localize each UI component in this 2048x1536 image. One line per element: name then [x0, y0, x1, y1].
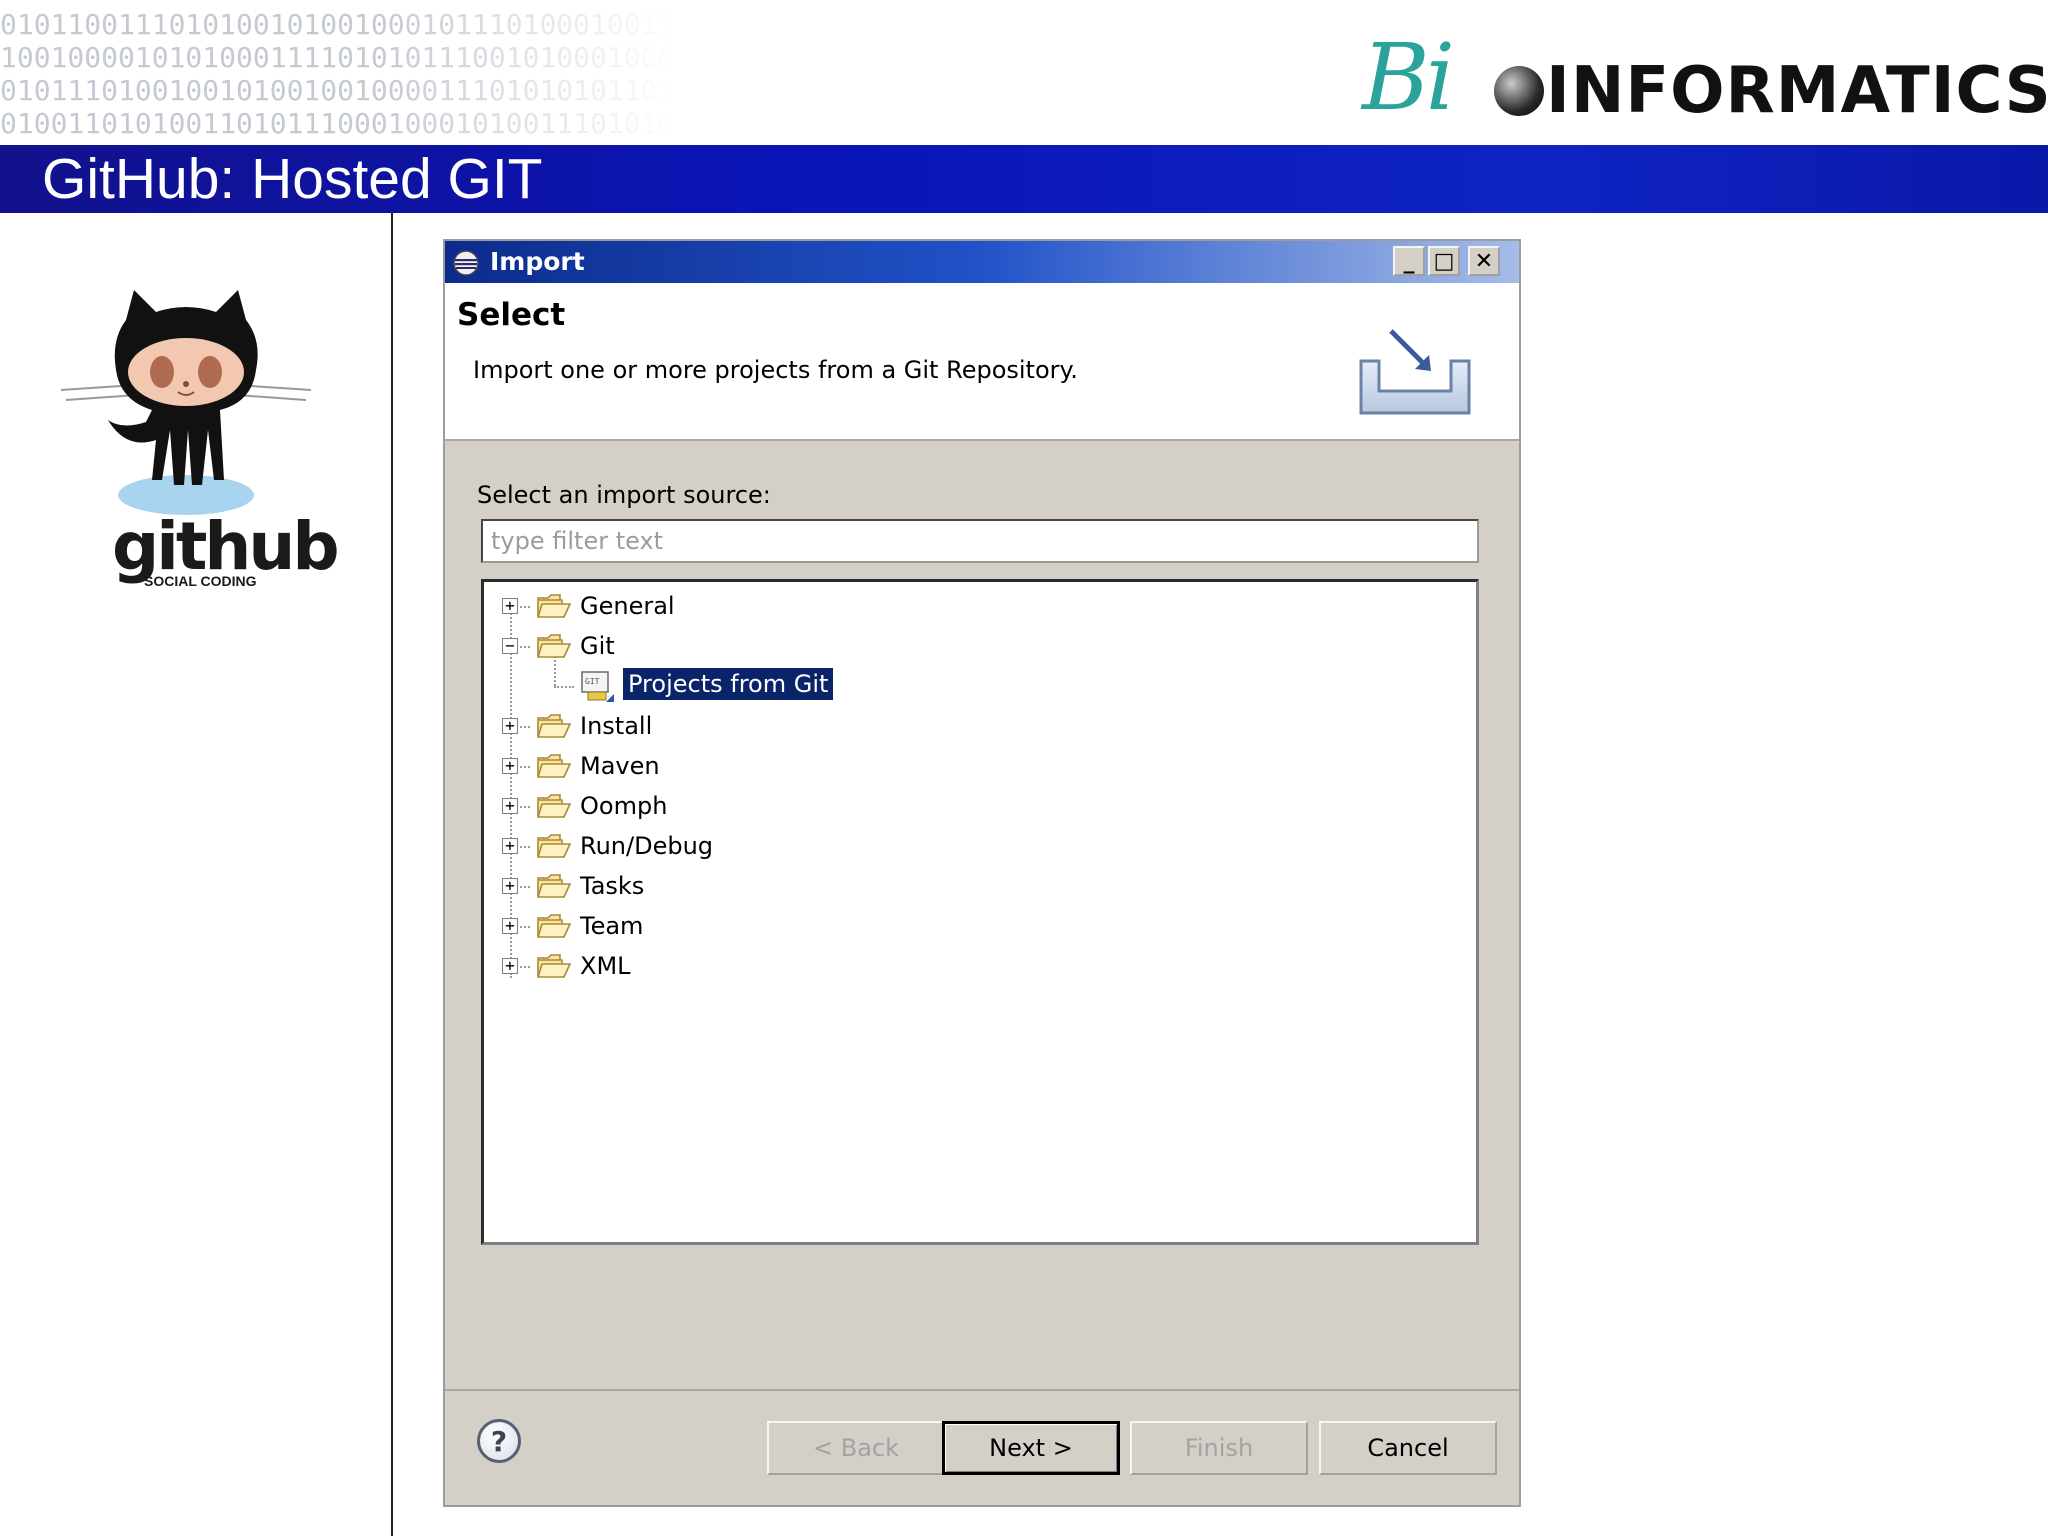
- binary-line: 0101100111010100101001000101110100010011…: [0, 8, 680, 41]
- eclipse-icon: [453, 250, 479, 276]
- binary-line: 0101110100100101001001000011101010101101…: [0, 74, 680, 107]
- expand-icon[interactable]: +: [502, 878, 518, 894]
- tree-item-projects-from-git[interactable]: GIT Projects from Git: [484, 668, 1474, 704]
- binary-line: 1001000010101000111101010111001010001000…: [0, 41, 680, 74]
- tree-connector: [520, 886, 530, 888]
- binary-line: 0100110101001101011100010001010011101010…: [0, 107, 680, 138]
- tree-item-label: XML: [580, 952, 631, 980]
- git-project-icon: GIT: [581, 671, 614, 702]
- expand-icon[interactable]: +: [502, 798, 518, 814]
- tree-item-label: Maven: [580, 752, 660, 780]
- import-dialog: Import _ □ ✕ Select Import one or more p…: [443, 239, 1521, 1507]
- octocat-icon: [60, 290, 312, 515]
- dialog-title-bar[interactable]: Import _ □ ✕: [445, 241, 1519, 283]
- maximize-button[interactable]: □: [1428, 246, 1460, 276]
- finish-button[interactable]: Finish: [1130, 1421, 1308, 1475]
- expand-icon[interactable]: +: [502, 758, 518, 774]
- vertical-divider: [391, 213, 393, 1536]
- expand-icon[interactable]: +: [502, 958, 518, 974]
- logo-suffix: INFORMATICS: [1546, 54, 2048, 128]
- tree-item-xml[interactable]: + XML: [484, 948, 1474, 984]
- tree-connector: [520, 646, 530, 648]
- tree-item-label: Projects from Git: [623, 668, 834, 700]
- wizard-page-title: Select: [457, 297, 566, 333]
- tree-item-label: Tasks: [580, 872, 645, 900]
- expand-icon[interactable]: +: [502, 718, 518, 734]
- import-source-label: Select an import source:: [477, 481, 771, 509]
- close-button[interactable]: ✕: [1468, 246, 1500, 276]
- logo-prefix: Bi: [1362, 24, 1455, 131]
- back-button[interactable]: < Back: [767, 1421, 945, 1475]
- filter-input[interactable]: [481, 519, 1479, 563]
- tree-item-git[interactable]: − Git: [484, 628, 1474, 664]
- folder-icon: [536, 834, 572, 858]
- tree-connector: [520, 846, 530, 848]
- folder-open-icon: [536, 634, 572, 658]
- import-source-tree[interactable]: + General − Git GIT Projects from Git +: [481, 579, 1479, 1245]
- tree-connector: [520, 806, 530, 808]
- expand-icon[interactable]: +: [502, 918, 518, 934]
- tree-item-oomph[interactable]: + Oomph: [484, 788, 1474, 824]
- bioinformatics-logo: Bi INFORMATICS: [1362, 24, 2048, 131]
- wizard-page-description: Import one or more projects from a Git R…: [473, 356, 1078, 384]
- tree-connector: [520, 726, 530, 728]
- collapse-icon[interactable]: −: [502, 638, 518, 654]
- help-button[interactable]: ?: [477, 1419, 521, 1463]
- folder-icon: [536, 954, 572, 978]
- tree-item-maven[interactable]: + Maven: [484, 748, 1474, 784]
- svg-text:GIT: GIT: [585, 677, 600, 686]
- logo-sphere-icon: [1494, 66, 1544, 116]
- tree-item-tasks[interactable]: + Tasks: [484, 868, 1474, 904]
- tree-item-label: Run/Debug: [580, 832, 714, 860]
- tree-item-team[interactable]: + Team: [484, 908, 1474, 944]
- folder-icon: [536, 594, 572, 618]
- import-wizard-icon: [1359, 329, 1471, 415]
- tree-item-install[interactable]: + Install: [484, 708, 1474, 744]
- tree-connector: [520, 766, 530, 768]
- github-tagline: SOCIAL CODING: [144, 573, 257, 589]
- tree-item-run-debug[interactable]: + Run/Debug: [484, 828, 1474, 864]
- tree-item-general[interactable]: + General: [484, 588, 1474, 624]
- minimize-button[interactable]: _: [1393, 246, 1425, 276]
- tree-item-label: Install: [580, 712, 653, 740]
- tree-connector: [520, 926, 530, 928]
- folder-icon: [536, 754, 572, 778]
- wizard-header: Select Import one or more projects from …: [445, 283, 1519, 441]
- tree-connector: [520, 966, 530, 968]
- tree-item-label: Git: [580, 632, 615, 660]
- slide-title: GitHub: Hosted GIT: [42, 147, 543, 211]
- tree-item-label: Oomph: [580, 792, 668, 820]
- tree-item-label: Team: [580, 912, 644, 940]
- folder-icon: [536, 914, 572, 938]
- folder-icon: [536, 874, 572, 898]
- binary-background: 0101100111010100101001000101110100010011…: [0, 8, 680, 138]
- folder-icon: [536, 794, 572, 818]
- next-button[interactable]: Next >: [942, 1421, 1120, 1475]
- tree-item-label: General: [580, 592, 675, 620]
- slide-title-bar: GitHub: Hosted GIT: [0, 145, 2048, 213]
- folder-icon: [536, 714, 572, 738]
- expand-icon[interactable]: +: [502, 598, 518, 614]
- footer-divider: [445, 1389, 1519, 1391]
- dialog-title: Import: [490, 247, 585, 276]
- github-wordmark: github: [112, 508, 340, 585]
- cancel-button[interactable]: Cancel: [1319, 1421, 1497, 1475]
- expand-icon[interactable]: +: [502, 838, 518, 854]
- tree-connector: [520, 606, 530, 608]
